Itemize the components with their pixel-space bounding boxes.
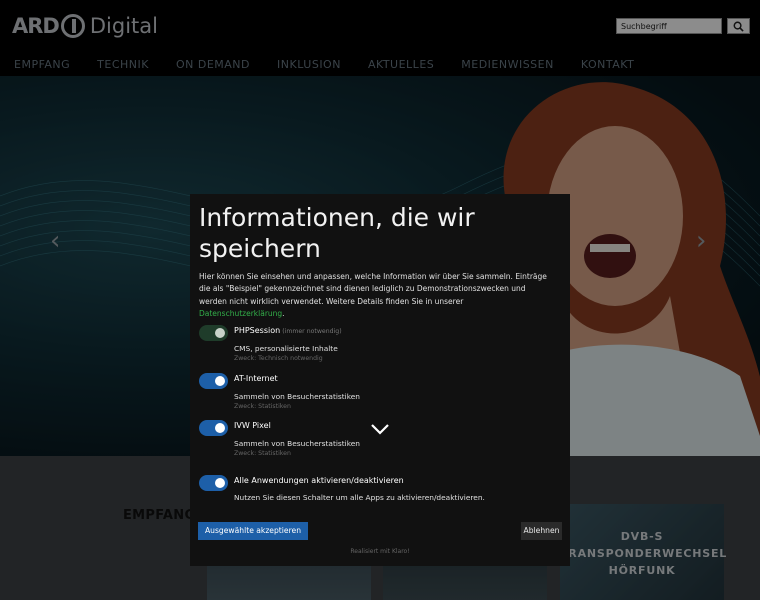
option-description: Nutzen Sie diesen Schalter um alle Apps … bbox=[234, 493, 485, 502]
option-description: Sammeln von Besucherstatistiken bbox=[234, 392, 360, 401]
intro-text: Hier können Sie einsehen und anpassen, w… bbox=[199, 272, 547, 306]
privacy-policy-link[interactable]: Datenschutzerklärung bbox=[199, 309, 282, 318]
option-purpose: Zweck: Statistiken bbox=[234, 450, 291, 457]
modal-intro: Hier können Sie einsehen und anpassen, w… bbox=[199, 271, 549, 321]
option-name: IVW Pixel bbox=[234, 421, 271, 430]
option-name-text: PHPSession bbox=[234, 326, 281, 335]
option-name: AT-Internet bbox=[234, 374, 278, 383]
option-purpose: Zweck: Technisch notwendig bbox=[234, 355, 323, 362]
option-name: Alle Anwendungen aktivieren/deaktivieren bbox=[234, 476, 404, 485]
option-description: CMS, personalisierte Inhalte bbox=[234, 344, 338, 353]
option-required-note: (immer notwendig) bbox=[282, 328, 342, 335]
phpsession-toggle[interactable] bbox=[199, 325, 228, 341]
option-name: PHPSession (immer notwendig) bbox=[234, 326, 342, 335]
option-purpose: Zweck: Statistiken bbox=[234, 403, 291, 410]
toggle-all-switch[interactable] bbox=[199, 475, 228, 491]
accept-selected-button[interactable]: Ausgewählte akzeptieren bbox=[198, 522, 308, 540]
consent-modal: Informationen, die wir speichern Hier kö… bbox=[190, 194, 570, 566]
option-description: Sammeln von Besucherstatistiken bbox=[234, 439, 360, 448]
at-internet-toggle[interactable] bbox=[199, 373, 228, 389]
toggle-knob bbox=[215, 328, 225, 338]
toggle-knob bbox=[215, 376, 225, 386]
toggle-knob bbox=[215, 478, 225, 488]
toggle-knob bbox=[215, 423, 225, 433]
scroll-down-chevron-icon[interactable] bbox=[370, 423, 390, 435]
ivw-pixel-toggle[interactable] bbox=[199, 420, 228, 436]
modal-title: Informationen, die wir speichern bbox=[199, 203, 475, 263]
powered-by-klaro-link[interactable]: Realisiert mit Klaro! bbox=[190, 548, 570, 555]
intro-end: . bbox=[282, 309, 285, 319]
decline-button[interactable]: Ablehnen bbox=[521, 522, 562, 540]
